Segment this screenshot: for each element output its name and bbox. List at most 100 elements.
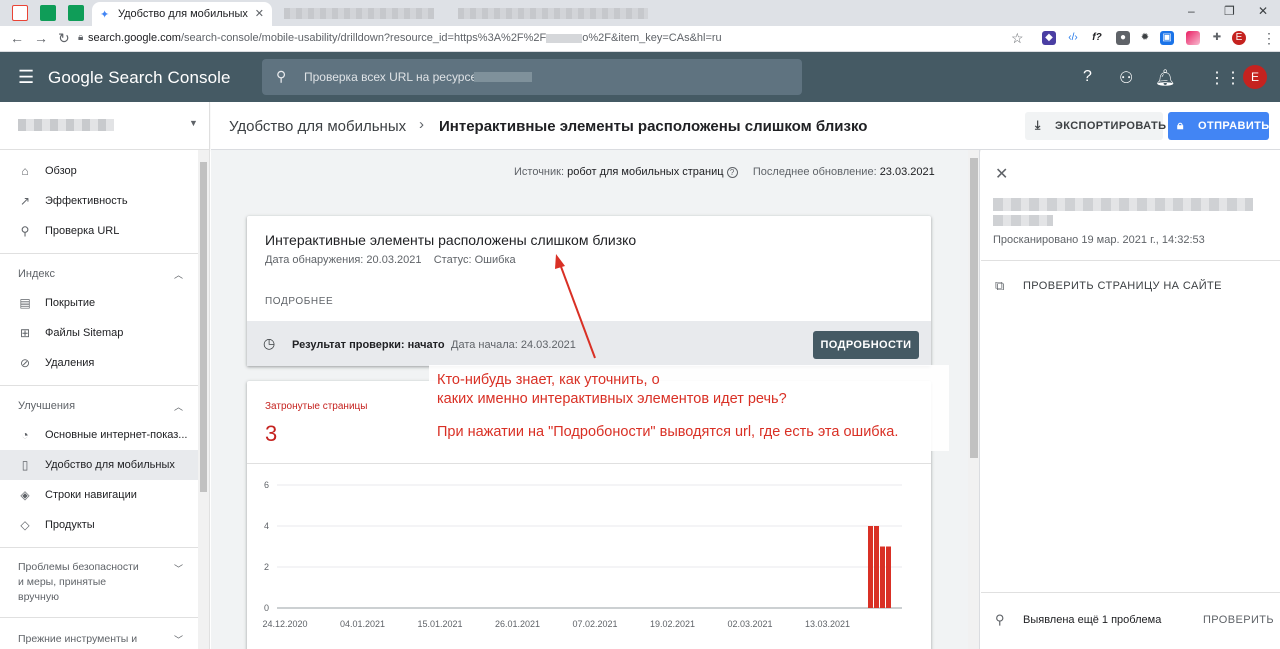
code-extension-icon[interactable]: ‹/›	[1066, 31, 1080, 45]
scrollbar-thumb[interactable]	[200, 162, 207, 492]
minimize-icon[interactable]: –	[1188, 4, 1195, 18]
validation-start-date: Дата начала: 24.03.2021	[451, 339, 576, 351]
sidebar-item-url-inspection[interactable]: ⚲ Проверка URL	[0, 216, 198, 246]
export-button[interactable]: ⤓ ЭКСПОРТИРОВАТЬ	[1025, 112, 1166, 140]
extension-icon[interactable]	[1186, 31, 1200, 45]
scrollbar-thumb[interactable]	[970, 158, 978, 458]
sidebar-item-coverage[interactable]: ▤ Покрытие	[0, 288, 198, 318]
gmail-tab-icon[interactable]	[12, 5, 28, 21]
sidebar-item-performance[interactable]: ↗ Эффективность	[0, 186, 198, 216]
help-icon[interactable]: ?	[1083, 68, 1092, 86]
chevron-up-icon[interactable]: ︿	[174, 268, 183, 281]
chevron-down-icon[interactable]: ﹀	[174, 633, 183, 646]
puzzle-icon[interactable]: ✚	[1210, 31, 1224, 45]
gauge-icon: ◔	[21, 428, 29, 442]
blurred-tab[interactable]	[458, 8, 648, 19]
property-selector[interactable]: ▼	[0, 102, 209, 150]
forward-icon[interactable]: →	[34, 30, 48, 46]
url-inspection-search[interactable]: ⚲	[262, 59, 802, 95]
url-host: search.google.com	[88, 32, 181, 44]
updated-label: Последнее обновление:	[752, 166, 877, 178]
close-icon[interactable]: ✕	[255, 7, 264, 20]
help-icon[interactable]: ?	[726, 166, 738, 178]
page-title-bar: Удобство для мобильных › Интерактивные э…	[211, 102, 1280, 150]
close-window-icon[interactable]: ✕	[1258, 4, 1268, 18]
sidebar-item-mobile-usability[interactable]: ▯ Удобство для мобильных	[0, 450, 198, 480]
annotation-note: Кто-нибудь знает, как уточнить, о каких …	[429, 365, 949, 451]
divider	[247, 463, 931, 464]
sidebar-item-removals[interactable]: ⊘ Удаления	[0, 348, 198, 378]
section-index[interactable]: Индекс	[18, 268, 55, 280]
apps-icon[interactable]: ⋮⋮	[1209, 68, 1241, 88]
x-tick-label: 26.01.2021	[495, 619, 540, 629]
source-line: Источник: робот для мобильных страниц ? …	[514, 166, 935, 178]
main-scrollbar[interactable]	[968, 150, 980, 649]
test-live-page-button[interactable]: ПРОВЕРИТЬ СТРАНИЦУ НА САЙТЕ	[1023, 280, 1222, 292]
open-external-icon[interactable]: ⧉	[995, 278, 1004, 294]
sidebar-item-label: Покрытие	[45, 297, 96, 309]
close-icon[interactable]: ✕	[995, 164, 1008, 184]
url-blur	[993, 215, 1053, 226]
clock-icon: ◷	[263, 335, 276, 351]
chevron-down-icon[interactable]: ﹀	[174, 562, 183, 575]
menu-dots-icon[interactable]: ⋮	[1262, 30, 1276, 47]
extension-icon[interactable]: ◆	[1042, 31, 1056, 45]
chevron-up-icon[interactable]: ︿	[174, 400, 183, 413]
users-icon[interactable]: ⚇	[1119, 68, 1133, 88]
lock-icon[interactable]: 🔒︎	[78, 32, 83, 43]
search-icon: ⚲	[20, 224, 30, 238]
detected-value: 20.03.2021	[366, 254, 422, 266]
tab-title: Удобство для мобильных	[118, 8, 248, 20]
profile-avatar[interactable]: E	[1232, 31, 1246, 45]
sidebar-scrollbar[interactable]	[198, 150, 209, 649]
back-icon[interactable]: ←	[10, 30, 24, 46]
restore-icon[interactable]: ❐	[1224, 4, 1235, 18]
section-legacy[interactable]: Прежние инструменты и	[18, 633, 137, 645]
see-details-button[interactable]: ПОДРОБНОСТИ	[813, 331, 919, 359]
sheets-tab-icon[interactable]	[40, 5, 56, 21]
x-tick-label: 07.02.2021	[572, 619, 617, 629]
breadcrumb-mobile-usability[interactable]: Удобство для мобильных	[229, 118, 406, 135]
annotation-question: Кто-нибудь знает, как уточнить, о каких …	[437, 371, 787, 409]
reload-icon[interactable]: ↻	[58, 30, 70, 47]
sidebar-item-label: Проверка URL	[45, 225, 120, 237]
sheets-tab-icon[interactable]	[68, 5, 84, 21]
main-content: Источник: робот для мобильных страниц ? …	[211, 150, 968, 649]
sidebar-item-overview[interactable]: ⌂ Обзор	[0, 156, 198, 186]
dropdown-icon: ▼	[189, 118, 198, 128]
section-security[interactable]: Проблемы безопасности и меры, принятые в…	[18, 560, 139, 605]
divider	[0, 547, 198, 548]
save-extension-icon[interactable]: ▣	[1160, 31, 1174, 45]
sidebar-item-sitemaps[interactable]: ⊞ Файлы Sitemap	[0, 318, 198, 348]
section-improvements[interactable]: Улучшения	[18, 400, 75, 412]
bell-icon[interactable]: 🔔︎	[1155, 68, 1175, 88]
search-input[interactable]	[304, 68, 604, 86]
search-console-favicon-icon: ✦	[100, 9, 110, 21]
page-title: Интерактивные элементы расположены слишк…	[439, 118, 868, 135]
function-extension-icon[interactable]: f?	[1090, 31, 1104, 45]
sidebar-item-breadcrumbs[interactable]: ◈ Строки навигации	[0, 480, 198, 510]
divider	[981, 592, 1280, 593]
learn-more-link[interactable]: ПОДРОБНЕЕ	[265, 296, 333, 307]
app-logo[interactable]: Google Search Console	[48, 68, 231, 88]
menu-icon[interactable]: ☰	[18, 67, 34, 88]
sidebar-item-products[interactable]: ◇ Продукты	[0, 510, 198, 540]
annotation-line: Кто-нибудь знает, как уточнить, о	[437, 372, 660, 388]
sidebar-item-label: Обзор	[45, 165, 77, 177]
gear-extension-icon[interactable]: ✹	[1138, 31, 1152, 45]
account-avatar[interactable]: E	[1243, 65, 1267, 89]
browser-tab-active[interactable]: ✦ Удобство для мобильных ✕	[92, 2, 272, 26]
validation-bar: ◷ Результат проверки: начато Дата начала…	[247, 321, 931, 366]
inspect-button[interactable]: ПРОВЕРИТЬ	[1203, 614, 1274, 626]
trending-icon: ↗	[19, 194, 31, 208]
section-security-line: и меры, принятые	[18, 576, 107, 588]
blurred-tab[interactable]	[284, 8, 434, 19]
url-field[interactable]: search.google.com/search-console/mobile-…	[88, 32, 722, 44]
share-button[interactable]: 🔒︎ ОТПРАВИТЬ	[1168, 112, 1269, 140]
extension-icon[interactable]: ●	[1116, 31, 1130, 45]
bookmark-star-icon[interactable]: ☆	[1011, 30, 1024, 47]
more-issues-text: Выявлена ещё 1 проблема	[1023, 614, 1162, 626]
divider	[0, 385, 198, 386]
x-tick-label: 19.02.2021	[650, 619, 695, 629]
sidebar-item-core-web-vitals[interactable]: ◔ Основные интернет-показ...	[0, 420, 198, 450]
